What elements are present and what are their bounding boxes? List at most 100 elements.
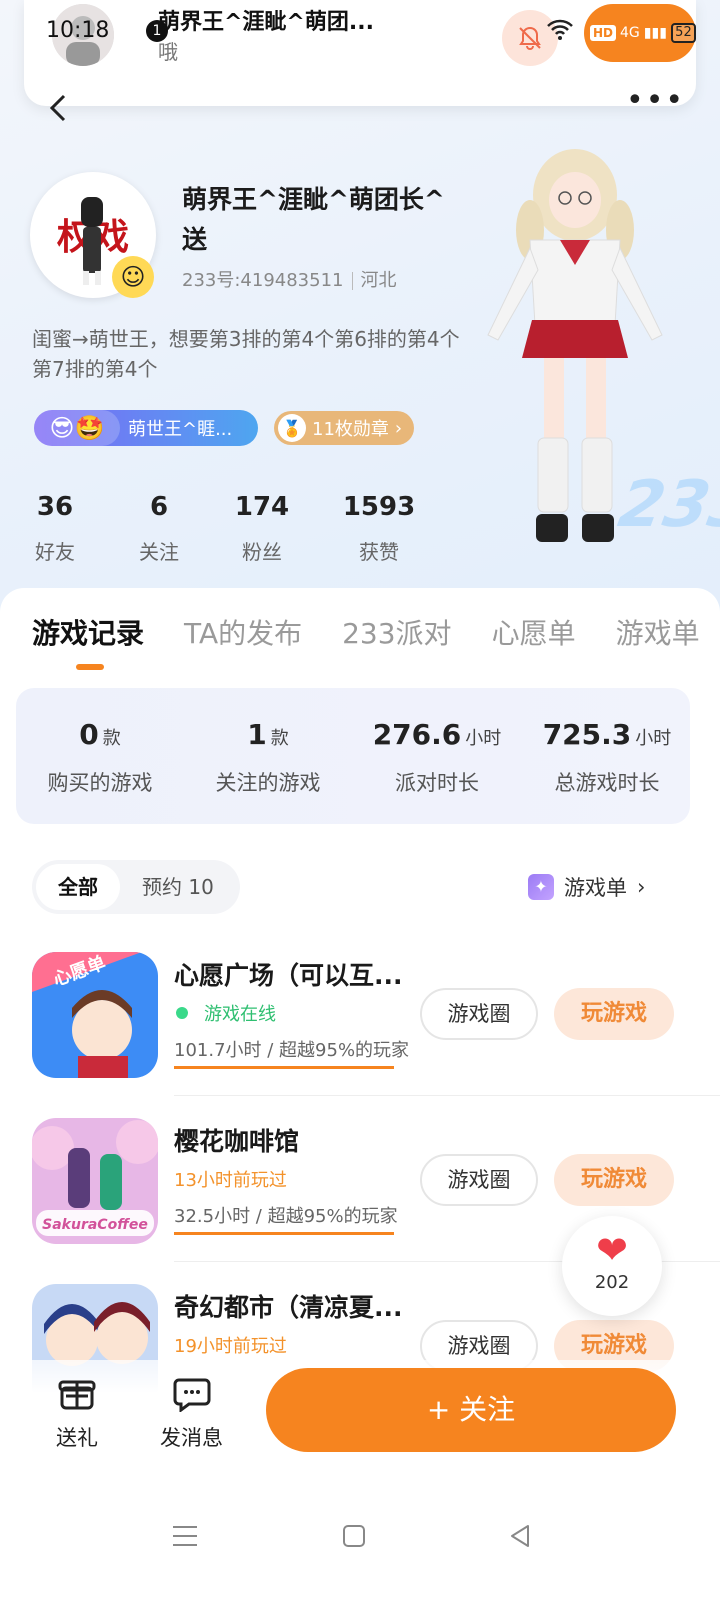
game-name: 奇幻都市（清凉夏... — [174, 1293, 403, 1322]
game-name: 樱花咖啡馆 — [174, 1127, 300, 1156]
chevron-right-icon: › — [637, 875, 646, 899]
summary-purchased-label: 购买的游戏 — [47, 771, 153, 795]
message-icon — [173, 1374, 211, 1413]
avatar-emoji-badge: ☺ — [112, 256, 154, 298]
filter-reserved[interactable]: 预约 10 — [120, 864, 236, 910]
summary-followed-label: 关注的游戏 — [215, 771, 321, 795]
battery-icon: 52 — [670, 23, 696, 43]
profile-uid-line: 233号:419483511 河北 — [182, 266, 397, 292]
message-label: 发消息 — [160, 1426, 223, 1450]
stat-likes-label: 获赞 — [359, 540, 399, 564]
back-triangle-icon[interactable] — [508, 1524, 532, 1552]
gift-icon — [58, 1374, 96, 1412]
3d-avatar-figure[interactable] — [470, 140, 680, 560]
stat-fans-number: 174 — [234, 492, 290, 522]
summary-followed-number: 1 — [247, 718, 267, 751]
tab-game-lists[interactable]: 游戏单 — [616, 612, 700, 652]
status-time: 10:18 — [46, 18, 110, 43]
summary-purchased: 0款 购买的游戏 — [40, 718, 160, 797]
tab-game-records[interactable]: 游戏记录 — [32, 612, 144, 652]
medal-icon: 🏅 — [278, 414, 306, 442]
like-count: 202 — [594, 1272, 630, 1293]
status-indicators: HD 4G ▮▮▮ 52 — [584, 4, 696, 62]
play-game-button[interactable]: 玩游戏 — [554, 1154, 674, 1206]
signal-bars-icon: ▮▮▮ — [643, 25, 667, 41]
medal-tag-label: 11枚勋章 — [312, 419, 389, 440]
wifi-icon — [546, 18, 574, 46]
filter-all[interactable]: 全部 — [36, 864, 120, 910]
game-name: 心愿广场（可以互... — [174, 961, 403, 990]
game-icon: SakuraCoffee — [32, 1118, 158, 1244]
summary-total-time: 725.3 小时 总游戏时长 — [540, 718, 674, 797]
profile-bio: 闺蜜→萌世王，想要第3排的第4个第6排的第4个第7排的第4个 — [32, 327, 460, 381]
summary-purchased-number: 0 — [79, 718, 99, 751]
heart-icon: ❤ — [596, 1228, 628, 1272]
stat-likes-number: 1593 — [342, 492, 416, 522]
summary-party-time: 276.6 小时 派对时长 — [370, 718, 504, 797]
title-tag[interactable]: 😎🤩 萌世王^睚... — [34, 410, 258, 446]
tab-233-party[interactable]: 233派对 — [342, 612, 451, 652]
back-arrow-icon[interactable] — [44, 92, 74, 122]
game-status: 19小时前玩过 — [174, 1336, 287, 1357]
stat-friends-label: 好友 — [35, 540, 75, 564]
more-options-icon[interactable]: ••• — [626, 86, 685, 116]
gift-label: 送礼 — [56, 1426, 98, 1450]
summary-total-number: 725.3 — [542, 718, 632, 751]
message-action[interactable]: 发消息 — [160, 1374, 223, 1452]
game-hours: 101.7小时 / 超越95%的玩家 — [174, 1040, 410, 1061]
play-game-button[interactable]: 玩游戏 — [554, 988, 674, 1040]
summary-party-unit: 小时 — [465, 728, 502, 749]
gift-action[interactable]: 送礼 — [56, 1374, 98, 1452]
game-circle-button[interactable]: 游戏圈 — [420, 988, 538, 1040]
notification-subtitle: 哦 — [158, 40, 178, 64]
system-navigation-bar — [0, 1470, 720, 1600]
stat-likes[interactable]: 1593 获赞 — [334, 492, 424, 565]
menu-icon[interactable] — [172, 1524, 198, 1552]
signal-label: 4G — [620, 25, 640, 41]
game-filter-toggle: 全部 预约 10 — [32, 860, 240, 914]
follow-button[interactable]: + 关注 — [266, 1368, 676, 1452]
like-floating-button[interactable]: ❤ 202 — [562, 1216, 662, 1316]
game-progress-bar — [174, 1232, 394, 1235]
stat-following-number: 6 — [149, 492, 169, 522]
profile-uid: 233号:419483511 — [182, 270, 344, 291]
stat-following-label: 关注 — [139, 540, 179, 564]
game-list-label: 游戏单 — [564, 876, 627, 900]
summary-total-label: 总游戏时长 — [554, 771, 660, 795]
stat-following[interactable]: 6 关注 — [124, 492, 194, 565]
tab-wishlist[interactable]: 心愿单 — [492, 612, 576, 652]
game-summary-panel: 0款 购买的游戏 1款 关注的游戏 276.6 小时 派对时长 725.3 小时 总… — [16, 688, 690, 824]
stat-fans[interactable]: 174 粉丝 — [222, 492, 302, 565]
summary-party-number: 276.6 — [372, 718, 462, 751]
profile-tabs: 游戏记录 TA的发布 233派对 心愿单 游戏单 — [32, 612, 720, 652]
hd-badge: HD — [590, 25, 617, 41]
uid-separator — [351, 272, 353, 290]
game-list-link[interactable]: ✦ 游戏单 › — [528, 872, 645, 902]
profile-nickname: 萌界王^涯眦^萌团长^送 — [182, 185, 445, 254]
profile-tags: 😎🤩 萌世王^睚... 🏅 11枚勋章 › — [34, 408, 415, 448]
title-tag-label: 萌世王^睚... — [128, 419, 233, 440]
tab-posts[interactable]: TA的发布 — [184, 612, 302, 652]
game-item[interactable]: 心愿单 心愿广场（可以互... 游戏在线 101.7小时 / 超越95%的玩家 … — [0, 952, 720, 1118]
home-icon[interactable] — [342, 1524, 366, 1552]
summary-party-label: 派对时长 — [395, 771, 479, 795]
game-progress-bar — [174, 1066, 394, 1069]
game-icon-label: SakuraCoffee — [42, 1217, 148, 1233]
cool-emoji-icon: 😎🤩 — [34, 410, 120, 446]
summary-total-unit: 小时 — [635, 728, 672, 749]
summary-followed: 1款 关注的游戏 — [208, 718, 328, 797]
stat-fans-label: 粉丝 — [242, 540, 282, 564]
list-divider — [174, 1095, 720, 1096]
game-icon: 心愿单 — [32, 952, 158, 1078]
summary-purchased-unit: 款 — [102, 728, 121, 749]
stat-friends[interactable]: 36 好友 — [20, 492, 90, 565]
profile-stats: 36 好友 6 关注 174 粉丝 1593 获赞 — [20, 492, 424, 565]
summary-followed-unit: 款 — [270, 728, 289, 749]
game-hours: 32.5小时 / 超越95%的玩家 — [174, 1206, 398, 1227]
stat-friends-number: 36 — [36, 492, 74, 522]
medal-tag[interactable]: 🏅 11枚勋章 › — [274, 411, 415, 445]
game-status: 13小时前玩过 — [174, 1170, 287, 1191]
chevron-right-icon: › — [394, 417, 403, 439]
notification-banner[interactable]: 10:18 1 萌界王^涯眦^萌团... 哦 HD 4G ▮▮▮ 52 — [24, 0, 696, 106]
game-circle-button[interactable]: 游戏圈 — [420, 1154, 538, 1206]
